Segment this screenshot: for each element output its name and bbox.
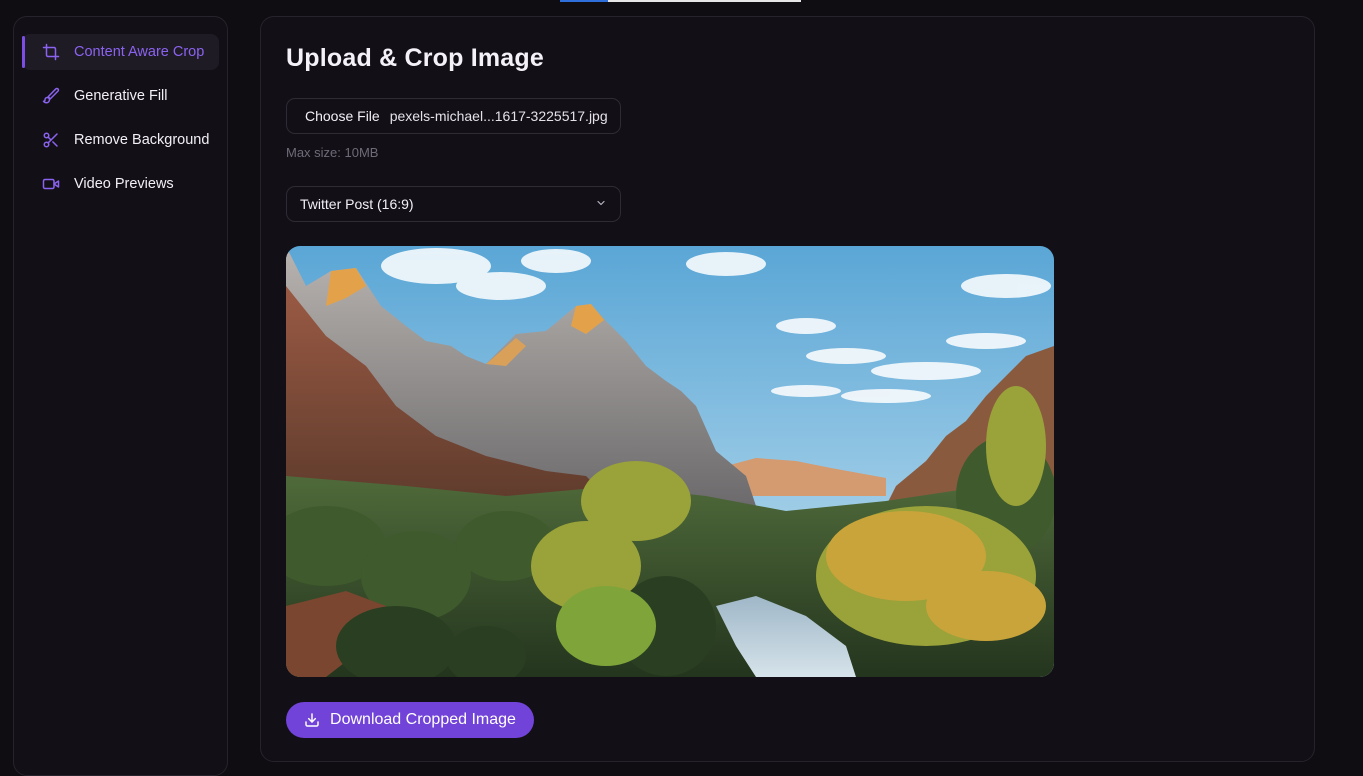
cropped-image-preview [286, 246, 1054, 677]
sidebar-item-label: Video Previews [74, 176, 174, 192]
aspect-ratio-select[interactable]: Twitter Post (16:9) [286, 186, 621, 222]
sidebar-item-remove-background[interactable]: Remove Background [22, 122, 219, 158]
top-progress-bar [560, 0, 801, 2]
sidebar-item-label: Generative Fill [74, 88, 168, 104]
choose-file-button[interactable]: Choose File [305, 108, 380, 124]
brush-icon [42, 87, 60, 105]
sidebar-item-label: Content Aware Crop [74, 44, 205, 60]
progress-fill [560, 0, 609, 2]
file-upload-input[interactable]: Choose File pexels-michael...1617-322551… [286, 98, 621, 134]
sidebar-item-generative-fill[interactable]: Generative Fill [22, 78, 219, 114]
chevron-down-icon [595, 196, 607, 212]
video-icon [42, 175, 60, 193]
max-size-hint: Max size: 10MB [286, 145, 379, 160]
selected-file-name: pexels-michael...1617-3225517.jpg [389, 108, 608, 124]
aspect-ratio-selected-value: Twitter Post (16:9) [300, 196, 414, 212]
download-icon [304, 712, 320, 728]
sidebar: Content Aware Crop Generative Fill Remov… [13, 16, 228, 776]
sidebar-item-content-aware-crop[interactable]: Content Aware Crop [22, 34, 219, 70]
mountain-landscape-image [286, 246, 1054, 677]
scissors-icon [42, 131, 60, 149]
sidebar-item-video-previews[interactable]: Video Previews [22, 166, 219, 202]
download-button-label: Download Cropped Image [330, 711, 516, 728]
crop-icon [42, 43, 60, 61]
main-panel: Upload & Crop Image Choose File pexels-m… [260, 16, 1315, 762]
page-title: Upload & Crop Image [286, 44, 544, 72]
sidebar-item-label: Remove Background [74, 132, 210, 148]
download-cropped-image-button[interactable]: Download Cropped Image [286, 702, 534, 738]
